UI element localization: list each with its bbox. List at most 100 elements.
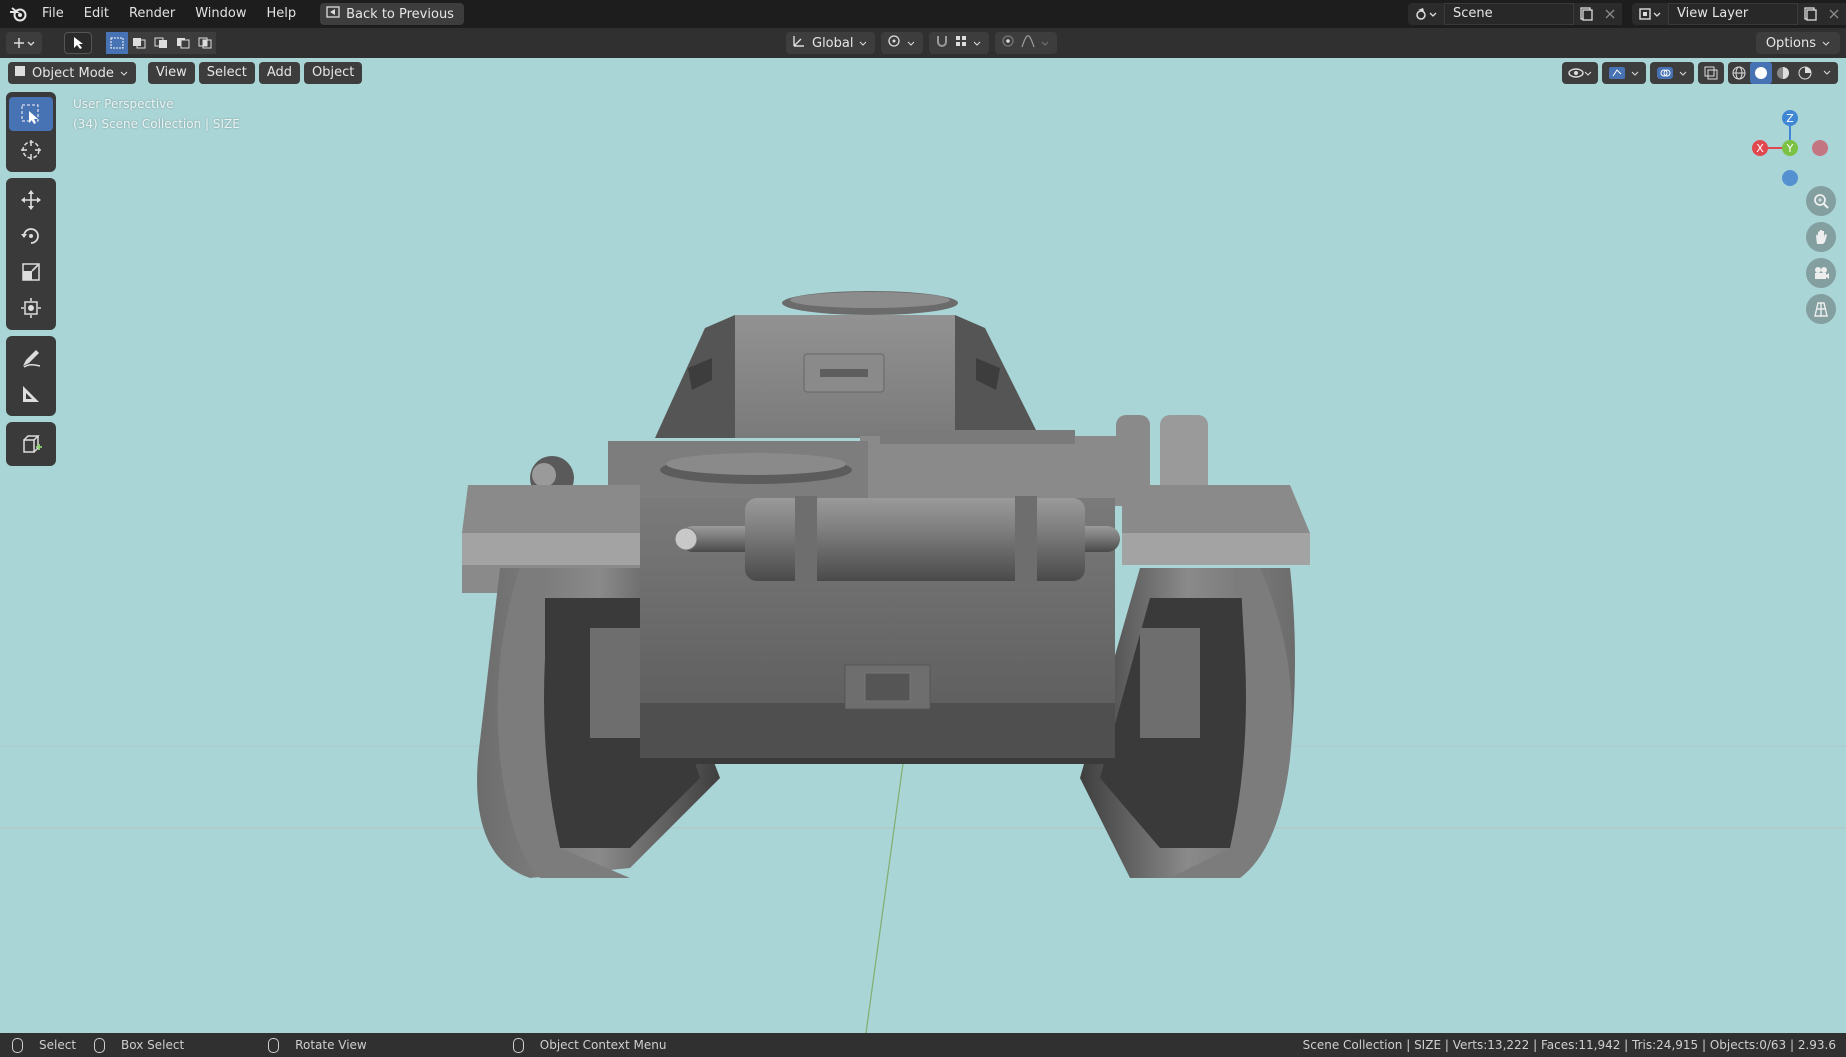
xray-toggle-icon[interactable] — [1698, 62, 1724, 84]
rotate-icon[interactable] — [9, 219, 53, 253]
screen-back-icon — [326, 6, 340, 22]
chevron-down-icon — [1041, 36, 1049, 51]
camera-view-icon[interactable] — [1806, 258, 1836, 288]
mouse-right-icon — [512, 1037, 524, 1053]
object-mode-dropdown[interactable]: Object Mode — [8, 62, 136, 84]
menu-window[interactable]: Window — [185, 0, 256, 28]
orientation-label: Global — [812, 35, 854, 51]
material-shading-icon[interactable] — [1772, 62, 1794, 84]
status-box-select: Box Select — [94, 1037, 185, 1053]
select-invert-icon[interactable] — [172, 32, 194, 54]
back-to-previous-button[interactable]: Back to Previous — [320, 3, 464, 25]
pan-hand-icon[interactable] — [1806, 222, 1836, 252]
visibility-eye-icon[interactable] — [1562, 62, 1598, 84]
select-intersect-icon[interactable] — [194, 32, 216, 54]
menu-help[interactable]: Help — [257, 0, 307, 28]
status-select-label: Select — [39, 1038, 77, 1052]
perspective-label: User Perspective — [73, 97, 174, 111]
object-mode-label: Object Mode — [32, 65, 114, 81]
select-new-icon[interactable] — [106, 32, 128, 54]
scale-icon[interactable] — [9, 255, 53, 289]
gizmo-y-label: Y — [1786, 142, 1794, 155]
scene-name-field[interactable]: Scene — [1444, 3, 1574, 25]
scene-statistics: Scene Collection | SIZE | Verts:13,222 |… — [1302, 1038, 1836, 1052]
status-rotate-view: Rotate View — [268, 1037, 367, 1053]
move-icon[interactable] — [9, 183, 53, 217]
delete-scene-icon[interactable] — [1598, 3, 1622, 25]
snap-magnet-icon[interactable] — [935, 34, 949, 52]
editor-type-icon[interactable] — [6, 32, 42, 54]
rendered-shading-icon[interactable] — [1794, 62, 1816, 84]
delete-view-layer-icon[interactable] — [1822, 3, 1846, 25]
snap-grid-icon — [955, 35, 967, 51]
transform-icon[interactable] — [9, 291, 53, 325]
viewport-menu-select[interactable]: Select — [198, 62, 255, 84]
chevron-down-icon — [907, 36, 915, 51]
menu-render[interactable]: Render — [119, 0, 185, 28]
orientation-global-icon — [792, 34, 806, 52]
object-mode-icon — [14, 65, 26, 81]
overlays-toggle-icon[interactable] — [1650, 62, 1694, 84]
tool-header: Global Options — [0, 28, 1846, 58]
select-subtract-icon[interactable] — [150, 32, 172, 54]
status-context-menu-label: Object Context Menu — [539, 1038, 667, 1052]
options-label: Options — [1765, 35, 1816, 51]
new-view-layer-icon[interactable] — [1798, 3, 1822, 25]
active-tool-icon[interactable] — [64, 32, 92, 54]
select-extend-icon[interactable] — [128, 32, 150, 54]
chevron-down-icon — [859, 36, 867, 51]
select-box-icon[interactable] — [9, 97, 53, 131]
view-layer-type-icon[interactable] — [1632, 3, 1668, 25]
mouse-middle-icon — [268, 1037, 280, 1053]
blender-logo-icon[interactable] — [4, 0, 32, 28]
new-scene-icon[interactable] — [1574, 3, 1598, 25]
collection-label: (34) Scene Collection | SIZE — [73, 117, 240, 131]
scene-type-icon[interactable] — [1408, 3, 1444, 25]
selection-mode-group — [106, 32, 216, 54]
viewport-header-right — [1562, 62, 1838, 84]
status-select: Select — [12, 1037, 77, 1053]
back-to-previous-label: Back to Previous — [346, 6, 454, 22]
options-dropdown[interactable]: Options — [1755, 32, 1840, 54]
tool-shelf — [6, 92, 56, 472]
chevron-down-icon — [1822, 36, 1830, 51]
shading-mode-group — [1728, 62, 1838, 84]
pivot-point-dropdown[interactable] — [881, 32, 924, 54]
pivot-icon — [887, 34, 901, 52]
viewport-header: Object Mode View Select Add Object — [8, 62, 363, 84]
proportional-edit-dropdown[interactable] — [995, 32, 1058, 54]
viewport-menu-object[interactable]: Object — [304, 62, 363, 84]
view-layer-selector[interactable]: View Layer — [1632, 3, 1846, 25]
cursor-icon[interactable] — [9, 133, 53, 167]
status-context-menu: Object Context Menu — [512, 1037, 667, 1053]
zoom-icon[interactable] — [1806, 186, 1836, 216]
proportional-edit-icon[interactable] — [1001, 34, 1015, 52]
3d-viewport[interactable]: Object Mode View Select Add Object User … — [0, 58, 1846, 1033]
viewport-menu-add[interactable]: Add — [258, 62, 301, 84]
annotate-icon[interactable] — [9, 341, 53, 375]
top-menu-bar: File Edit Render Window Help Back to Pre… — [0, 0, 1846, 28]
status-box-select-label: Box Select — [121, 1038, 185, 1052]
status-rotate-view-label: Rotate View — [295, 1038, 367, 1052]
mouse-drag-icon — [94, 1037, 106, 1053]
gizmo-x-label: X — [1756, 142, 1764, 155]
scene-selector[interactable]: Scene — [1408, 3, 1622, 25]
shading-options-chevron-icon[interactable] — [1816, 62, 1838, 84]
menu-file[interactable]: File — [32, 0, 74, 28]
tank-model[interactable] — [0, 58, 1846, 1033]
transform-orientation-dropdown[interactable]: Global — [786, 32, 876, 54]
viewport-info-overlay: User Perspective (34) Scene Collection |… — [73, 94, 240, 134]
measure-icon[interactable] — [9, 377, 53, 411]
gizmo-toggle-icon[interactable] — [1602, 62, 1646, 84]
add-cube-icon[interactable] — [9, 427, 53, 461]
wireframe-shading-icon[interactable] — [1728, 62, 1750, 84]
chevron-down-icon — [973, 36, 981, 51]
menu-edit[interactable]: Edit — [74, 0, 119, 28]
view-layer-name-field[interactable]: View Layer — [1668, 3, 1798, 25]
status-bar: Select Box Select Rotate View Object Con… — [0, 1033, 1846, 1057]
snap-dropdown[interactable] — [929, 32, 990, 54]
mouse-left-icon — [12, 1037, 23, 1053]
viewport-menu-view[interactable]: View — [147, 62, 195, 84]
perspective-grid-icon[interactable] — [1806, 294, 1836, 324]
solid-shading-icon[interactable] — [1750, 62, 1772, 84]
